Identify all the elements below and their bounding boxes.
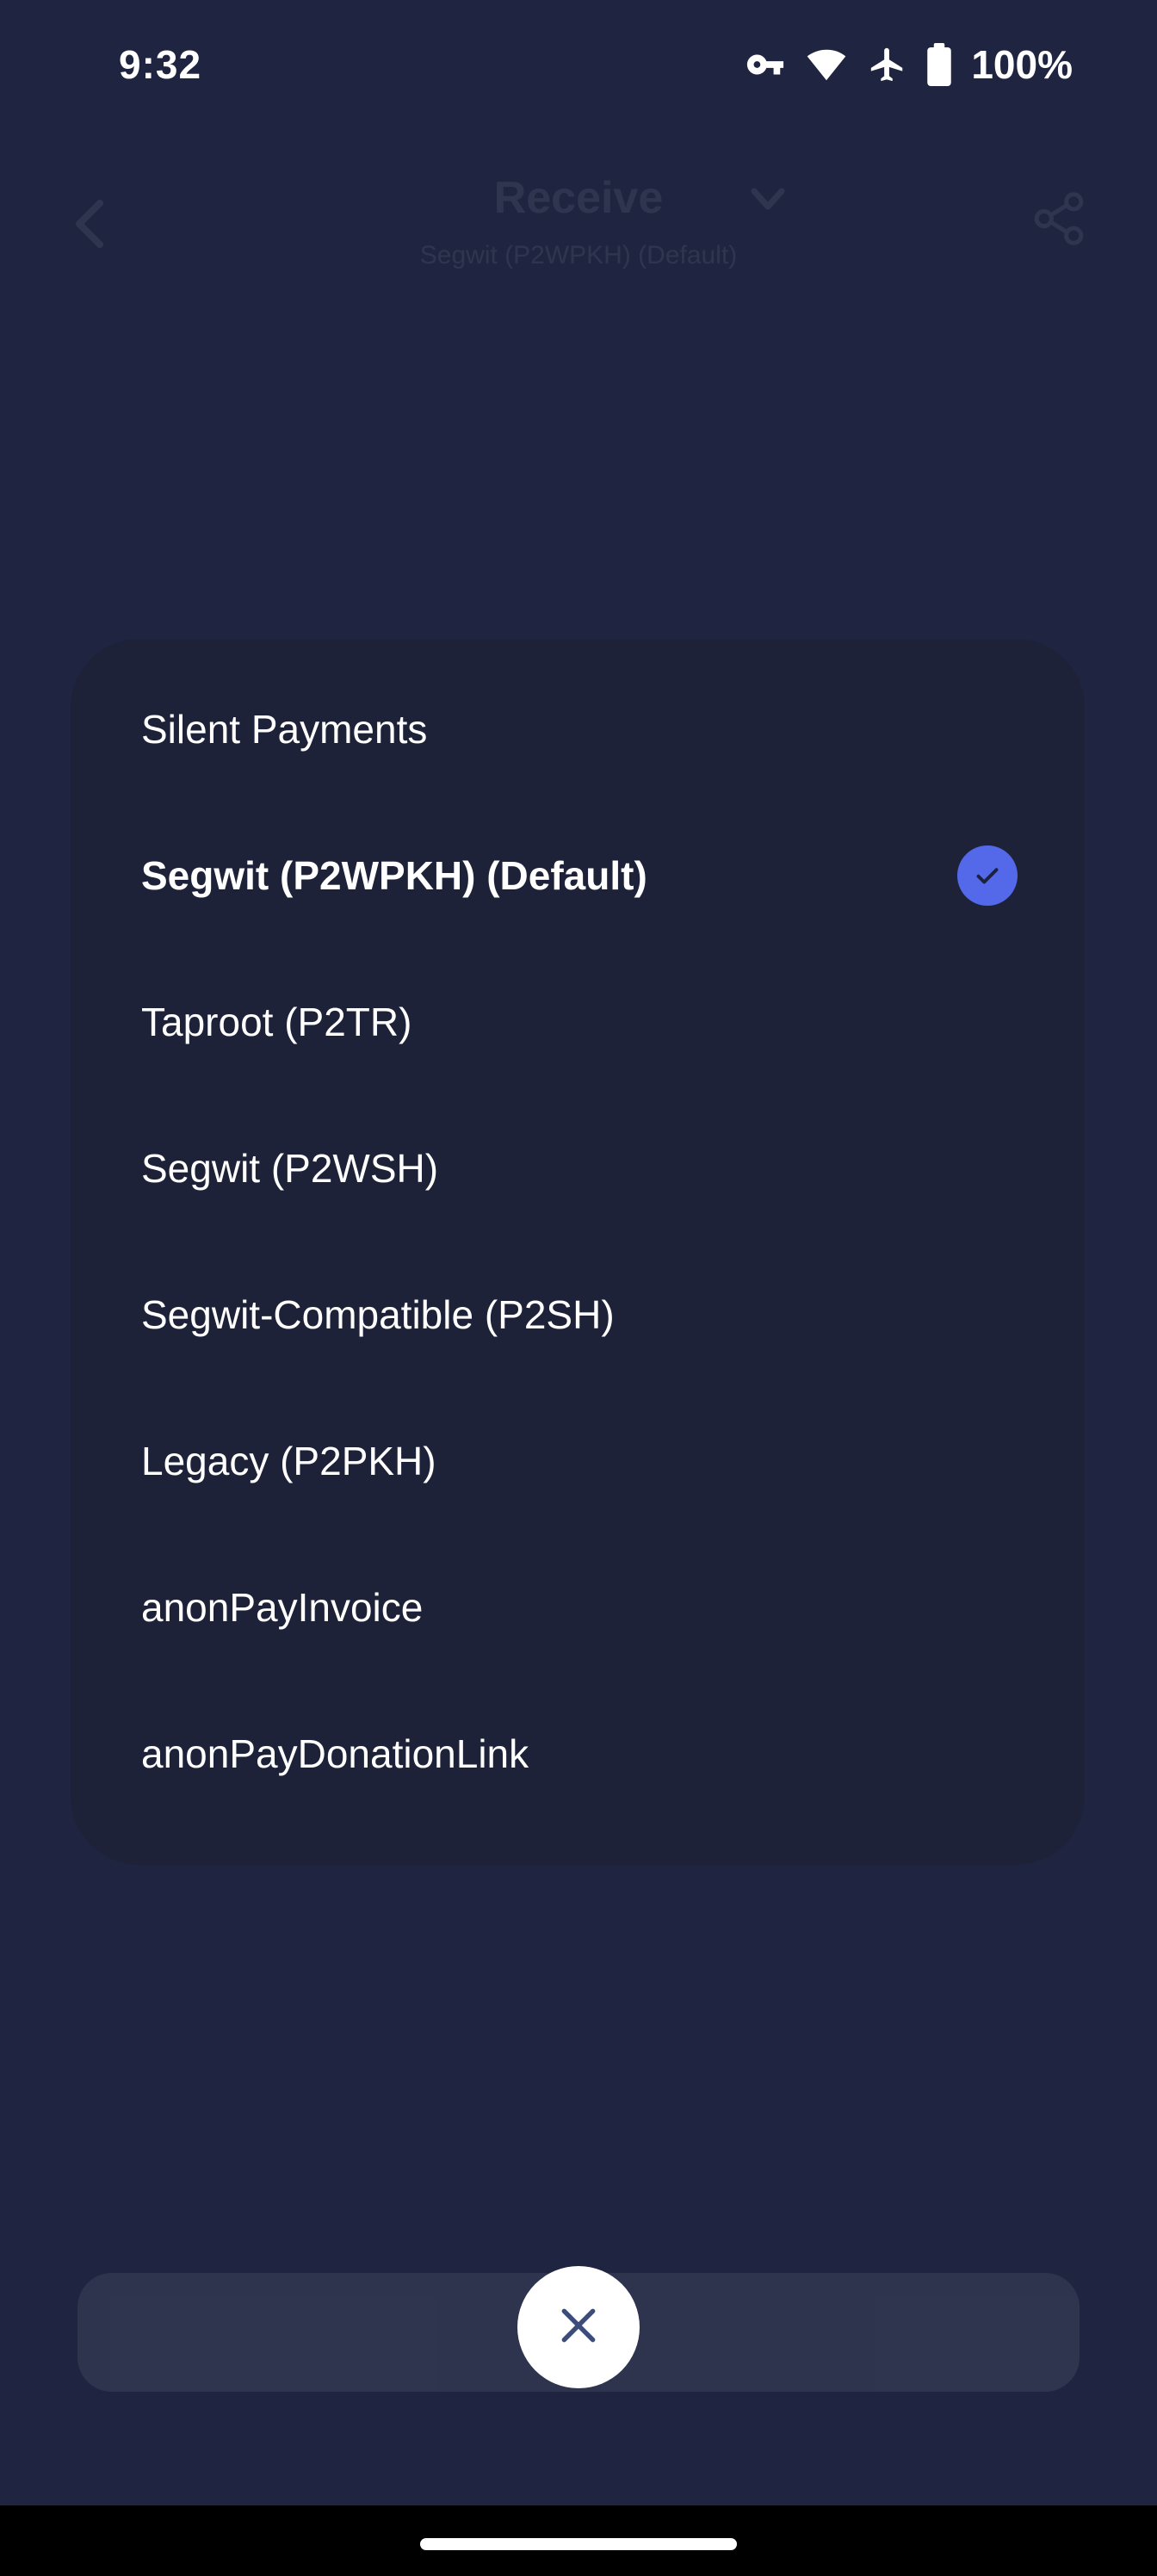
status-icons: 100% xyxy=(746,41,1073,88)
address-type-option-label: anonPayInvoice xyxy=(141,1585,424,1630)
navigation-bar xyxy=(0,2505,1157,2576)
address-type-option-label: Segwit (P2WPKH) (Default) xyxy=(141,853,647,898)
share-icon xyxy=(1033,191,1085,251)
chevron-down-icon xyxy=(751,188,785,216)
status-time: 9:32 xyxy=(119,42,202,87)
address-type-option[interactable]: Segwit-Compatible (P2SH) xyxy=(71,1242,1085,1388)
address-type-picker: Silent Payments Segwit (P2WPKH) (Default)… xyxy=(71,639,1085,1865)
close-button[interactable] xyxy=(517,2266,640,2388)
home-indicator[interactable] xyxy=(420,2538,737,2550)
battery-percentage: 100% xyxy=(971,42,1073,87)
address-type-option-label: Legacy (P2PKH) xyxy=(141,1439,436,1483)
battery-icon xyxy=(926,43,952,86)
address-type-option-label: Segwit-Compatible (P2SH) xyxy=(141,1292,615,1337)
chevron-right-icon xyxy=(981,2320,1005,2362)
address-type-option[interactable]: Taproot (P2TR) xyxy=(71,949,1085,1095)
vpn-key-icon xyxy=(746,45,785,84)
close-icon xyxy=(557,2304,600,2351)
address-type-option-label: anonPayDonationLink xyxy=(141,1731,529,1776)
address-type-option[interactable]: Segwit (P2WPKH) (Default) xyxy=(71,802,1085,949)
screen: 9:32 100% Receive Segwit (P2WPKH) (Defau xyxy=(0,0,1157,2576)
address-type-option[interactable]: anonPayInvoice xyxy=(71,1534,1085,1681)
address-type-option-label: Taproot (P2TR) xyxy=(141,1000,412,1044)
airplane-icon xyxy=(868,45,907,84)
checkmark-icon xyxy=(957,845,1018,906)
address-type-option[interactable]: anonPayDonationLink xyxy=(71,1681,1085,1827)
address-type-option-label: Segwit (P2WSH) xyxy=(141,1146,439,1191)
address-type-option[interactable]: Segwit (P2WSH) xyxy=(71,1095,1085,1242)
wifi-icon xyxy=(804,45,849,84)
amount-field-label: Add Amount xyxy=(164,2323,333,2358)
background-subtitle: Segwit (P2WPKH) (Default) xyxy=(419,241,738,269)
address-type-option-label: Silent Payments xyxy=(141,707,428,752)
status-bar: 9:32 100% xyxy=(0,0,1157,129)
background-title: Receive xyxy=(493,173,664,223)
address-type-option[interactable]: Silent Payments xyxy=(71,656,1085,802)
address-type-option[interactable]: Legacy (P2PKH) xyxy=(71,1388,1085,1534)
